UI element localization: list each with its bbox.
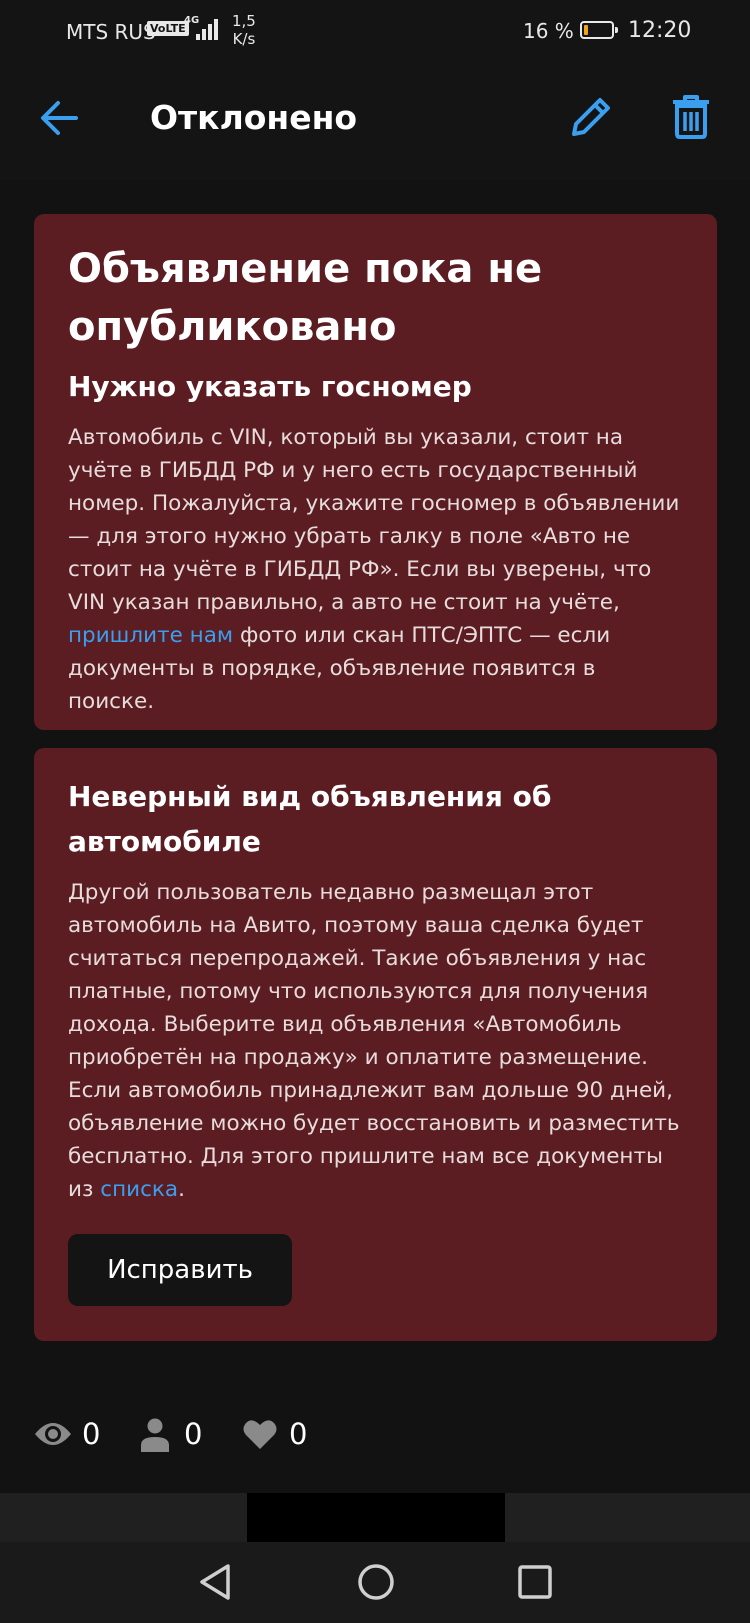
contacts-stat: 0 <box>140 1410 210 1460</box>
back-button[interactable] <box>38 97 80 139</box>
nav-back-button[interactable] <box>196 1562 236 1602</box>
square-recents-icon <box>518 1565 552 1599</box>
delete-button[interactable] <box>670 94 712 140</box>
speed-unit: K/s <box>232 30 256 48</box>
edit-button[interactable] <box>568 94 614 140</box>
rejection-card-type: Неверный вид объявления об автомобиле Др… <box>34 748 717 1341</box>
body-text-end: . <box>178 1177 185 1202</box>
eye-icon <box>35 1423 71 1445</box>
clock: 12:20 <box>628 18 692 43</box>
person-icon <box>141 1418 169 1452</box>
card-subtitle: Нужно указать госномер <box>68 370 472 403</box>
arrow-left-icon <box>41 101 78 135</box>
speed-value: 1,5 <box>232 12 256 30</box>
signal-icon <box>196 18 220 40</box>
card-body: Другой пользователь недавно размещал это… <box>68 876 685 1206</box>
volte-badge: VoLTE <box>147 21 189 36</box>
battery-fill <box>584 25 588 35</box>
card-title: Объявление пока не опубликовано <box>68 246 543 350</box>
status-bar: MTS RUS VoLTE 4G 1,5 K/s 16 % 12:20 <box>0 0 750 60</box>
pencil-icon <box>572 98 610 136</box>
nav-home-button[interactable] <box>356 1562 396 1602</box>
body-text: Другой пользователь недавно размещал это… <box>68 880 680 1202</box>
send-us-link[interactable]: пришлите нам <box>68 623 233 648</box>
rejection-card-plate: Объявление пока не опубликовано Нужно ук… <box>34 214 717 730</box>
redacted-block <box>247 1493 505 1542</box>
favorites-count: 0 <box>289 1417 308 1451</box>
battery-icon <box>580 21 618 39</box>
contacts-count: 0 <box>184 1417 203 1451</box>
trash-icon <box>673 95 709 139</box>
heart-icon <box>243 1420 277 1449</box>
views-count: 0 <box>82 1417 101 1451</box>
top-app-bar: Отклонено <box>0 60 750 180</box>
triangle-back-icon <box>200 1564 230 1600</box>
documents-list-link[interactable]: списка <box>100 1177 178 1202</box>
card-body: Автомобиль с VIN, который вы указали, ст… <box>68 421 685 718</box>
body-text: Автомобиль с VIN, который вы указали, ст… <box>68 425 680 615</box>
card-title: Неверный вид объявления об автомобиле <box>68 780 552 858</box>
nav-recents-button[interactable] <box>515 1562 555 1602</box>
fix-button[interactable]: Исправить <box>68 1234 292 1306</box>
carrier-name: MTS RUS <box>66 20 156 44</box>
listing-stats: 0 0 0 <box>34 1410 434 1460</box>
page-title: Отклонено <box>150 98 358 137</box>
battery-percent: 16 % <box>523 19 574 43</box>
system-nav-bar <box>0 1542 750 1623</box>
favorites-stat: 0 <box>243 1410 313 1460</box>
network-speed: 1,5 K/s <box>232 12 256 48</box>
circle-home-icon <box>358 1564 394 1600</box>
views-stat: 0 <box>34 1410 104 1460</box>
